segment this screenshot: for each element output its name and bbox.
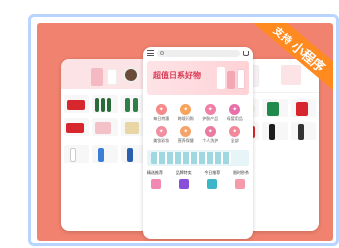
category-label: 母婴用品 (226, 116, 243, 121)
product-image (64, 95, 90, 113)
category-item[interactable]: ✦ 营养保健 (174, 126, 199, 144)
product-card[interactable] (92, 95, 118, 114)
tab-item[interactable]: 今日推荐 (204, 170, 220, 176)
search-input[interactable] (157, 49, 240, 57)
product-card[interactable] (290, 122, 316, 141)
category-label: 美妆彩妆 (153, 138, 170, 143)
product-image (227, 71, 235, 89)
category-label: 全部 (230, 138, 239, 143)
product-image (237, 69, 245, 89)
category-item[interactable]: ✦ 全部 (223, 126, 248, 144)
lipstick-icon: ✦ (155, 126, 167, 137)
category-item[interactable]: ✦ 护肤产品 (198, 104, 223, 122)
left-header-banner (61, 59, 149, 89)
product-image (91, 68, 103, 86)
product-image (92, 118, 118, 136)
bolt-icon: ✦ (180, 104, 192, 115)
category-label: 个人洗护 (202, 138, 219, 143)
menu-icon[interactable] (147, 50, 154, 56)
phone-left-screen (61, 59, 149, 231)
product-image (92, 145, 118, 163)
product-image (281, 65, 301, 85)
left-product-row (61, 116, 149, 139)
center-product-icons (143, 177, 253, 191)
cart-icon[interactable] (243, 50, 249, 56)
category-item[interactable]: ✦ 跨境闪购 (174, 104, 199, 122)
baby-icon: ✦ (229, 104, 241, 115)
soap-icon: ✦ (204, 126, 216, 137)
product-card[interactable] (92, 145, 118, 163)
category-item[interactable]: ✦ 个人洗护 (198, 126, 223, 144)
search-icon (160, 51, 164, 55)
product-image (262, 99, 288, 117)
product-thumb[interactable] (207, 179, 217, 189)
product-card[interactable] (290, 99, 316, 118)
product-thumb[interactable] (151, 179, 161, 189)
product-image (92, 95, 118, 113)
category-label: 跨境闪购 (177, 116, 194, 121)
center-tabs: 精选推荐 品牌特卖 今日推荐 限时秒杀 (143, 169, 253, 177)
promo-frame: 超值日系好物 ✦ 每日特惠 ✦ 跨境闪购 ✦ 护肤产品 ✦ 母婴用品 ✦ 美妆彩… (28, 14, 339, 246)
product-image (290, 122, 316, 140)
product-image (290, 99, 316, 117)
product-thumb[interactable] (179, 179, 189, 189)
banner-title: 超值日系好物 (153, 71, 201, 80)
category-item[interactable]: ✦ 每日特惠 (149, 104, 174, 122)
product-card[interactable] (92, 118, 118, 137)
phone-center-screen: 超值日系好物 ✦ 每日特惠 ✦ 跨境闪购 ✦ 护肤产品 ✦ 母婴用品 ✦ 美妆彩… (143, 47, 253, 239)
product-image (64, 118, 90, 136)
product-thumb[interactable] (235, 179, 245, 189)
tab-item[interactable]: 品牌特卖 (176, 170, 192, 176)
left-product-row (61, 93, 149, 116)
product-image (107, 69, 117, 85)
product-image (217, 67, 225, 89)
category-label: 营养保健 (177, 138, 194, 143)
grid-icon: ✦ (229, 126, 241, 137)
category-grid: ✦ 每日特惠 ✦ 跨境闪购 ✦ 护肤产品 ✦ 母婴用品 ✦ 美妆彩妆 ✦ 营养保… (143, 101, 253, 147)
promo-stage: 超值日系好物 ✦ 每日特惠 ✦ 跨境闪购 ✦ 护肤产品 ✦ 母婴用品 ✦ 美妆彩… (37, 23, 333, 241)
product-card[interactable] (64, 118, 90, 137)
product-image (262, 122, 288, 140)
category-item[interactable]: ✦ 美妆彩妆 (149, 126, 174, 144)
pill-icon: ✦ (180, 126, 192, 137)
left-product-row (61, 143, 149, 165)
category-label: 每日特惠 (153, 116, 170, 121)
center-top-bar (143, 47, 253, 59)
product-card[interactable] (262, 122, 288, 141)
bottle-icon: ✦ (204, 104, 216, 115)
center-hero-banner[interactable]: 超值日系好物 (147, 61, 249, 95)
tab-item[interactable]: 限时秒杀 (233, 170, 249, 176)
tab-item[interactable]: 精选推荐 (147, 170, 163, 176)
product-card[interactable] (64, 145, 90, 163)
promo-strip[interactable] (147, 150, 249, 166)
product-image (151, 152, 231, 164)
product-image (64, 145, 90, 163)
product-image (123, 67, 139, 83)
gift-icon: ✦ (155, 104, 167, 115)
product-card[interactable] (64, 95, 90, 114)
category-label: 护肤产品 (202, 116, 219, 121)
product-card[interactable] (262, 99, 288, 118)
category-item[interactable]: ✦ 母婴用品 (223, 104, 248, 122)
